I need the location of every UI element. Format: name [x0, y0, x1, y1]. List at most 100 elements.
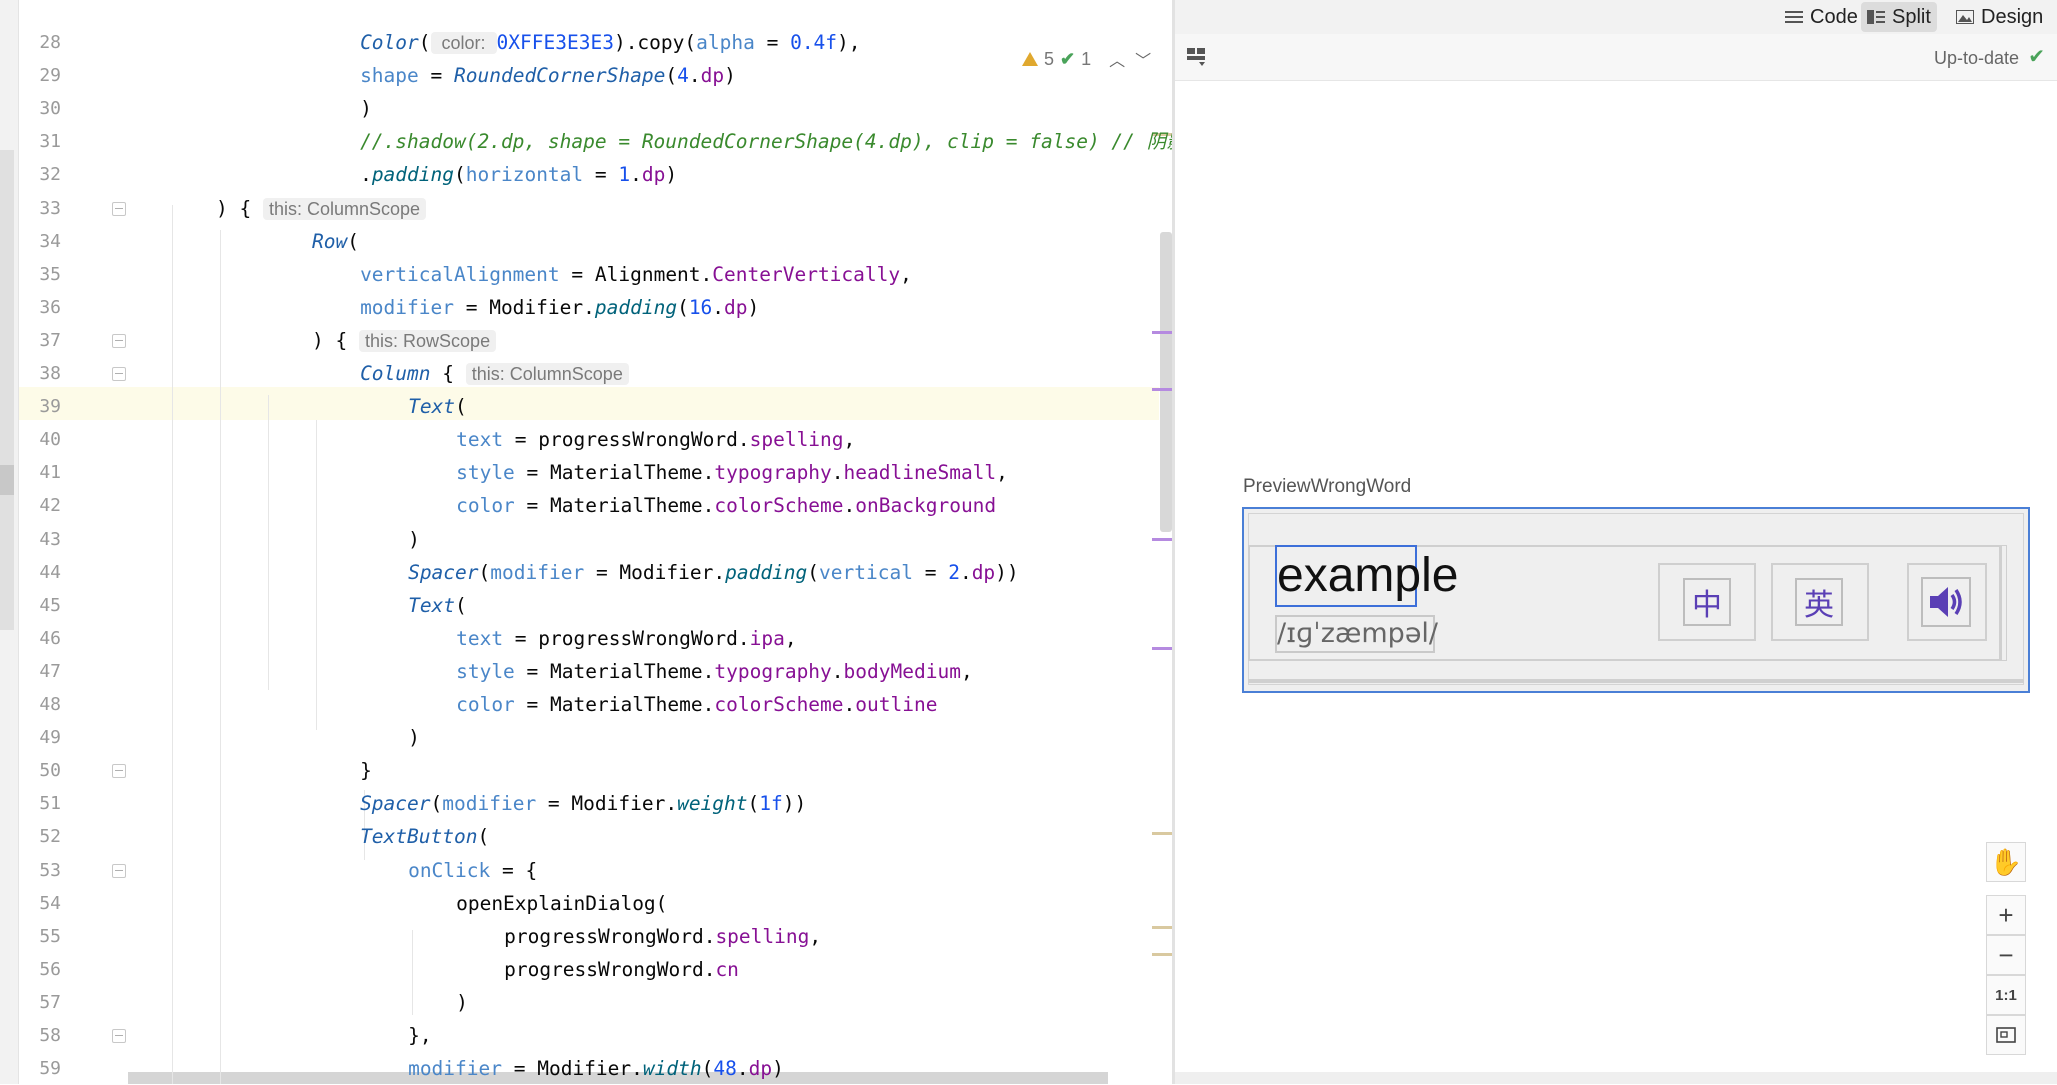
- line-number[interactable]: 50: [19, 754, 61, 787]
- line-number[interactable]: 41: [19, 456, 61, 489]
- change-marker[interactable]: [1152, 832, 1172, 835]
- code-line[interactable]: ): [408, 523, 420, 556]
- line-number[interactable]: 48: [19, 688, 61, 721]
- fold-marker-icon[interactable]: [112, 367, 126, 381]
- preview-name[interactable]: PreviewWrongWord: [1243, 476, 1411, 498]
- code-line[interactable]: Row(: [312, 225, 359, 258]
- zoom-fit-button[interactable]: [1986, 1015, 2026, 1055]
- code-token: = Modifier.: [453, 295, 595, 319]
- chevron-down-icon[interactable]: ﹀: [1135, 47, 1151, 71]
- code-line[interactable]: text = progressWrongWord.spelling,: [456, 423, 855, 456]
- code-line[interactable]: .padding(horizontal = 1.dp): [360, 158, 677, 191]
- code-line[interactable]: Spacer(modifier = Modifier.padding(verti…: [408, 556, 1019, 589]
- line-number[interactable]: 54: [19, 887, 61, 920]
- change-marker[interactable]: [1152, 388, 1172, 391]
- code-line[interactable]: style = MaterialTheme.typography.bodyMed…: [456, 655, 973, 688]
- code-line[interactable]: //.shadow(2.dp, shape = RoundedCornerSha…: [360, 125, 1225, 158]
- line-number[interactable]: 52: [19, 820, 61, 853]
- line-number[interactable]: 43: [19, 523, 61, 556]
- code-line[interactable]: shape = RoundedCornerShape(4.dp): [360, 59, 736, 92]
- line-number[interactable]: 55: [19, 920, 61, 953]
- change-marker[interactable]: [1152, 926, 1172, 929]
- line-number[interactable]: 28: [19, 26, 61, 59]
- design-mode-button[interactable]: Design: [1950, 2, 2049, 32]
- line-number[interactable]: 47: [19, 655, 61, 688]
- zoom-actual-size-button[interactable]: 1:1: [1986, 975, 2026, 1015]
- layout-icon[interactable]: [1187, 48, 1207, 66]
- code-token: dp: [748, 1057, 773, 1081]
- code-line[interactable]: text = progressWrongWord.ipa,: [456, 622, 797, 655]
- code-line[interactable]: }: [360, 754, 372, 787]
- fold-marker-icon[interactable]: [112, 1029, 126, 1043]
- code-line[interactable]: modifier = Modifier.padding(16.dp): [360, 291, 759, 324]
- vertical-scrollbar[interactable]: [1160, 232, 1172, 532]
- chevron-up-icon[interactable]: ︿: [1109, 47, 1125, 71]
- line-number[interactable]: 36: [19, 291, 61, 324]
- fold-marker-icon[interactable]: [112, 201, 126, 216]
- word-spelling: example: [1277, 549, 1459, 602]
- code-line[interactable]: style = MaterialTheme.typography.headlin…: [456, 456, 1008, 489]
- code-line[interactable]: modifier = Modifier.width(48.dp): [408, 1052, 784, 1085]
- code-line[interactable]: verticalAlignment = Alignment.CenterVert…: [360, 258, 912, 291]
- line-number[interactable]: 29: [19, 59, 61, 92]
- change-marker[interactable]: [1152, 647, 1172, 650]
- code-editor[interactable]: 5 ✔ 1 ︿ ﹀ 28 29 30 31 32 33 34 35 36 37 38 39 40 41 42…: [0, 0, 1225, 1085]
- line-number[interactable]: 58: [19, 1019, 61, 1052]
- code-line[interactable]: Text(: [408, 390, 467, 423]
- code-line[interactable]: ) { this: RowScope: [312, 324, 497, 357]
- line-number[interactable]: 37: [19, 324, 61, 357]
- code-token: .: [831, 659, 844, 683]
- code-line[interactable]: },: [408, 1019, 431, 1052]
- change-marker[interactable]: [1152, 538, 1172, 541]
- line-number[interactable]: 53: [19, 854, 61, 887]
- code-line[interactable]: Text(: [408, 589, 467, 622]
- code-line[interactable]: ): [408, 721, 420, 754]
- code-line[interactable]: ): [456, 986, 468, 1019]
- zoom-in-button[interactable]: +: [1986, 895, 2026, 935]
- fold-marker-icon[interactable]: [112, 333, 126, 348]
- check-icon: ✔: [1060, 48, 1076, 69]
- line-number[interactable]: 34: [19, 225, 61, 258]
- change-marker[interactable]: [1152, 331, 1172, 334]
- line-number[interactable]: 33: [19, 192, 61, 225]
- code-line[interactable]: color = MaterialTheme.colorScheme.outlin…: [456, 688, 937, 721]
- code-line[interactable]: Column { this: ColumnScope: [360, 357, 629, 390]
- zoom-out-button[interactable]: −: [1986, 935, 2026, 975]
- code-line[interactable]: progressWrongWord.cn: [504, 953, 739, 986]
- line-number[interactable]: 35: [19, 258, 61, 291]
- code-line[interactable]: ) { this: ColumnScope: [216, 192, 427, 225]
- tool-window-strip: [0, 0, 19, 1084]
- line-number[interactable]: 32: [19, 158, 61, 191]
- line-number[interactable]: 57: [19, 986, 61, 1019]
- preview-horizontal-scrollbar[interactable]: [1175, 1072, 2057, 1084]
- line-number[interactable]: 38: [19, 357, 61, 390]
- code-line[interactable]: openExplainDialog(: [456, 887, 667, 920]
- code-line[interactable]: Spacer(modifier = Modifier.weight(1f)): [360, 787, 806, 820]
- line-number[interactable]: 51: [19, 787, 61, 820]
- pan-hand-icon[interactable]: ✋: [1986, 842, 2026, 882]
- code-line[interactable]: Color( color: 0XFFE3E3E3).copy(alpha = 0…: [360, 26, 861, 59]
- line-number[interactable]: 59: [19, 1052, 61, 1085]
- code-line[interactable]: color = MaterialTheme.colorScheme.onBack…: [456, 489, 996, 522]
- split-mode-button[interactable]: Split: [1861, 2, 1937, 32]
- line-number[interactable]: 30: [19, 92, 61, 125]
- line-number[interactable]: 39: [19, 390, 61, 423]
- line-number[interactable]: 46: [19, 622, 61, 655]
- change-marker[interactable]: [1152, 953, 1172, 956]
- code-line[interactable]: onClick = {: [408, 854, 537, 887]
- code-line[interactable]: ): [360, 92, 372, 125]
- line-number[interactable]: 56: [19, 953, 61, 986]
- inspection-widget[interactable]: 5 ✔ 1 ︿ ﹀: [1022, 46, 1151, 72]
- line-number[interactable]: 40: [19, 423, 61, 456]
- line-number[interactable]: 31: [19, 125, 61, 158]
- fold-marker-icon[interactable]: [112, 764, 126, 779]
- code-token: style: [456, 659, 515, 683]
- line-number[interactable]: 44: [19, 556, 61, 589]
- fold-marker-icon[interactable]: [112, 863, 126, 878]
- line-number[interactable]: 42: [19, 489, 61, 522]
- line-number[interactable]: 45: [19, 589, 61, 622]
- code-line[interactable]: TextButton(: [360, 820, 489, 853]
- code-mode-button[interactable]: Code: [1779, 2, 1864, 32]
- code-line[interactable]: progressWrongWord.spelling,: [504, 920, 821, 953]
- line-number[interactable]: 49: [19, 721, 61, 754]
